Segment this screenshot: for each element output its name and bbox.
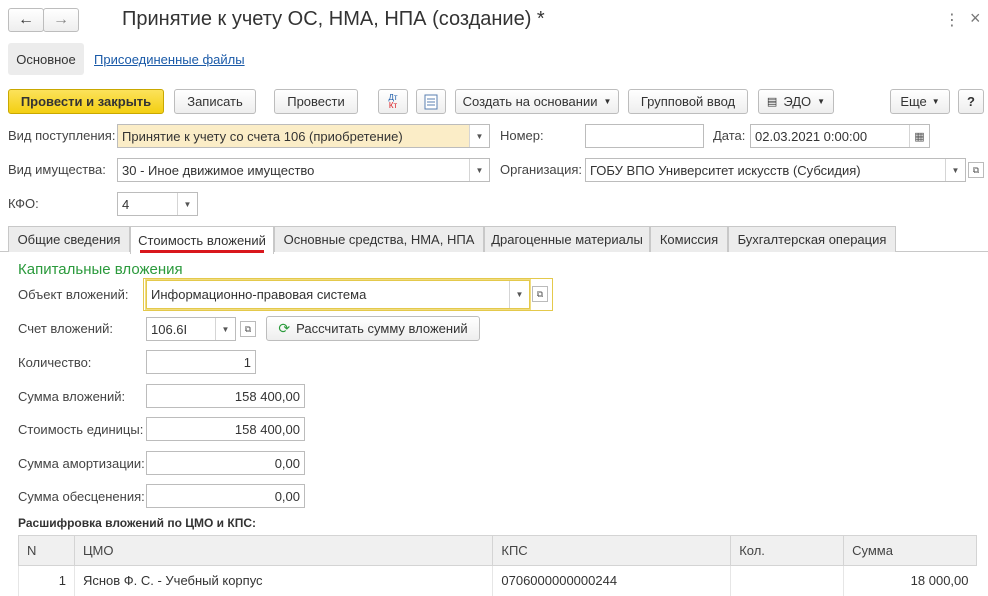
kfo-select[interactable]: 4 ▼ — [117, 192, 198, 216]
date-label: Дата: — [713, 128, 746, 143]
chevron-down-icon[interactable]: ▼ — [509, 281, 529, 308]
unit-cost-input[interactable]: 158 400,00 — [146, 417, 305, 441]
dtkt-button[interactable]: Дт Кт — [378, 89, 408, 114]
tab-attached-files[interactable]: Присоединенные файлы — [94, 52, 245, 67]
asset-type-label: Вид имущества: — [8, 162, 106, 177]
account-value: 106.6I — [151, 321, 188, 337]
tab-accounting-operation[interactable]: Бухгалтерская операция — [728, 226, 896, 252]
active-tab-underline — [140, 250, 264, 253]
column-header-kps[interactable]: КПС — [492, 535, 732, 566]
cell-kps: 0706000000000244 — [492, 565, 731, 596]
save-button[interactable]: Записать — [174, 89, 256, 114]
account-label: Счет вложений: — [18, 321, 114, 336]
asset-type-select[interactable]: 30 - Иное движимое имущество ▼ — [117, 158, 490, 182]
investment-sum-label: Сумма вложений: — [18, 389, 126, 404]
amortization-input[interactable]: 0,00 — [146, 451, 305, 475]
post-and-close-button[interactable]: Провести и закрыть — [8, 89, 164, 114]
column-header-sum[interactable]: Сумма — [843, 535, 977, 566]
edo-icon: ▤ — [766, 96, 778, 108]
quantity-label: Количество: — [18, 355, 92, 370]
object-value: Информационно-правовая система — [151, 287, 367, 302]
table-header-row: N ЦМО КПС Кол. Сумма — [18, 535, 977, 566]
organization-select[interactable]: ГОБУ ВПО Университет искусств (Субсидия)… — [585, 158, 966, 182]
kfo-value: 4 — [122, 196, 130, 212]
impairment-input[interactable]: 0,00 — [146, 484, 305, 508]
date-input[interactable]: 02.03.2021 0:00:00 ▦ — [750, 124, 930, 148]
open-account-icon[interactable]: ⧉ — [240, 321, 256, 337]
group-input-button[interactable]: Групповой ввод — [628, 89, 748, 114]
organization-value: ГОБУ ВПО Университет искусств (Субсидия) — [590, 162, 861, 178]
calendar-icon[interactable]: ▦ — [909, 125, 929, 147]
tab-precious-materials[interactable]: Драгоценные материалы — [484, 226, 650, 252]
tab-fixed-assets[interactable]: Основные средства, НМА, НПА — [274, 226, 484, 252]
chevron-down-icon: ▼ — [817, 97, 826, 106]
tab-general[interactable]: Общие сведения — [8, 226, 130, 252]
amortization-label: Сумма амортизации: — [18, 456, 145, 471]
help-button[interactable]: ? — [958, 89, 984, 114]
receipt-type-label: Вид поступления: — [8, 128, 116, 143]
investment-sum-input[interactable]: 158 400,00 — [146, 384, 305, 408]
table-row[interactable]: 1 Яснов Ф. С. - Учебный корпус 070600000… — [18, 565, 977, 596]
more-label: Еще — [900, 94, 927, 109]
tab-main-label: Основное — [16, 51, 76, 67]
section-title: Капитальные вложения — [18, 261, 183, 278]
tab-main[interactable]: Основное — [8, 43, 84, 75]
dtkt-icon: Дт Кт — [388, 92, 398, 110]
back-button[interactable]: ← — [8, 8, 44, 32]
kfo-label: КФО: — [8, 196, 39, 211]
tab-commission[interactable]: Комиссия — [650, 226, 728, 252]
cell-qty — [730, 565, 844, 596]
more-button[interactable]: Еще ▼ — [890, 89, 950, 114]
cell-sum: 18 000,00 — [843, 565, 977, 596]
window-title: Принятие к учету ОС, НМА, НПА (создание)… — [122, 8, 545, 30]
chevron-down-icon[interactable]: ▼ — [469, 125, 489, 147]
chevron-down-icon[interactable]: ▼ — [177, 193, 197, 215]
organization-label: Организация: — [500, 162, 583, 177]
receipt-type-select[interactable]: Принятие к учету со счета 106 (приобрете… — [117, 124, 490, 148]
report-button[interactable] — [416, 89, 446, 114]
breakdown-table: N ЦМО КПС Кол. Сумма 1 Яснов Ф. С. - Уче… — [18, 535, 977, 596]
forward-button[interactable]: → — [43, 8, 79, 32]
open-object-icon[interactable]: ⧉ — [532, 286, 548, 302]
recalculate-sum-button[interactable]: ⟳ Рассчитать сумму вложений — [266, 316, 480, 341]
column-header-n[interactable]: N — [18, 535, 75, 566]
cell-cmo: Яснов Ф. С. - Учебный корпус — [73, 565, 493, 596]
quantity-input[interactable]: 1 — [146, 350, 256, 374]
edo-button[interactable]: ▤ ЭДО ▼ — [758, 89, 834, 114]
more-menu-icon[interactable]: ⋮ — [944, 10, 960, 30]
account-select[interactable]: 106.6I ▼ — [146, 317, 236, 341]
open-organization-icon[interactable]: ⧉ — [968, 162, 984, 178]
impairment-label: Сумма обесценения: — [18, 489, 145, 504]
cell-n: 1 — [18, 565, 75, 596]
chevron-down-icon[interactable]: ▼ — [945, 159, 965, 181]
object-select[interactable]: Информационно-правовая система ▼ — [146, 280, 530, 309]
chevron-down-icon: ▼ — [931, 97, 940, 106]
recalculate-sum-label: Рассчитать сумму вложений — [296, 321, 468, 336]
chevron-down-icon[interactable]: ▼ — [469, 159, 489, 181]
create-based-on-button[interactable]: Создать на основании ▼ — [455, 89, 619, 114]
refresh-icon: ⟳ — [278, 320, 291, 336]
date-value: 02.03.2021 0:00:00 — [755, 128, 868, 144]
chevron-down-icon[interactable]: ▼ — [215, 318, 235, 340]
object-label: Объект вложений: — [18, 287, 129, 302]
column-header-cmo[interactable]: ЦМО — [73, 535, 494, 566]
post-button[interactable]: Провести — [274, 89, 358, 114]
column-header-qty[interactable]: Кол. — [730, 535, 845, 566]
receipt-type-value: Принятие к учету со счета 106 (приобрете… — [122, 128, 403, 144]
list-report-icon — [424, 94, 438, 109]
chevron-down-icon: ▼ — [603, 97, 612, 106]
close-icon[interactable]: × — [970, 8, 981, 29]
number-input[interactable] — [585, 124, 704, 148]
number-label: Номер: — [500, 128, 544, 143]
tab-investment-cost-label: Стоимость вложений — [138, 233, 266, 248]
unit-cost-label: Стоимость единицы: — [18, 422, 144, 437]
create-based-on-label: Создать на основании — [462, 94, 598, 109]
breakdown-title: Расшифровка вложений по ЦМО и КПС: — [18, 516, 257, 530]
edo-label: ЭДО — [783, 94, 812, 109]
asset-type-value: 30 - Иное движимое имущество — [122, 162, 315, 178]
